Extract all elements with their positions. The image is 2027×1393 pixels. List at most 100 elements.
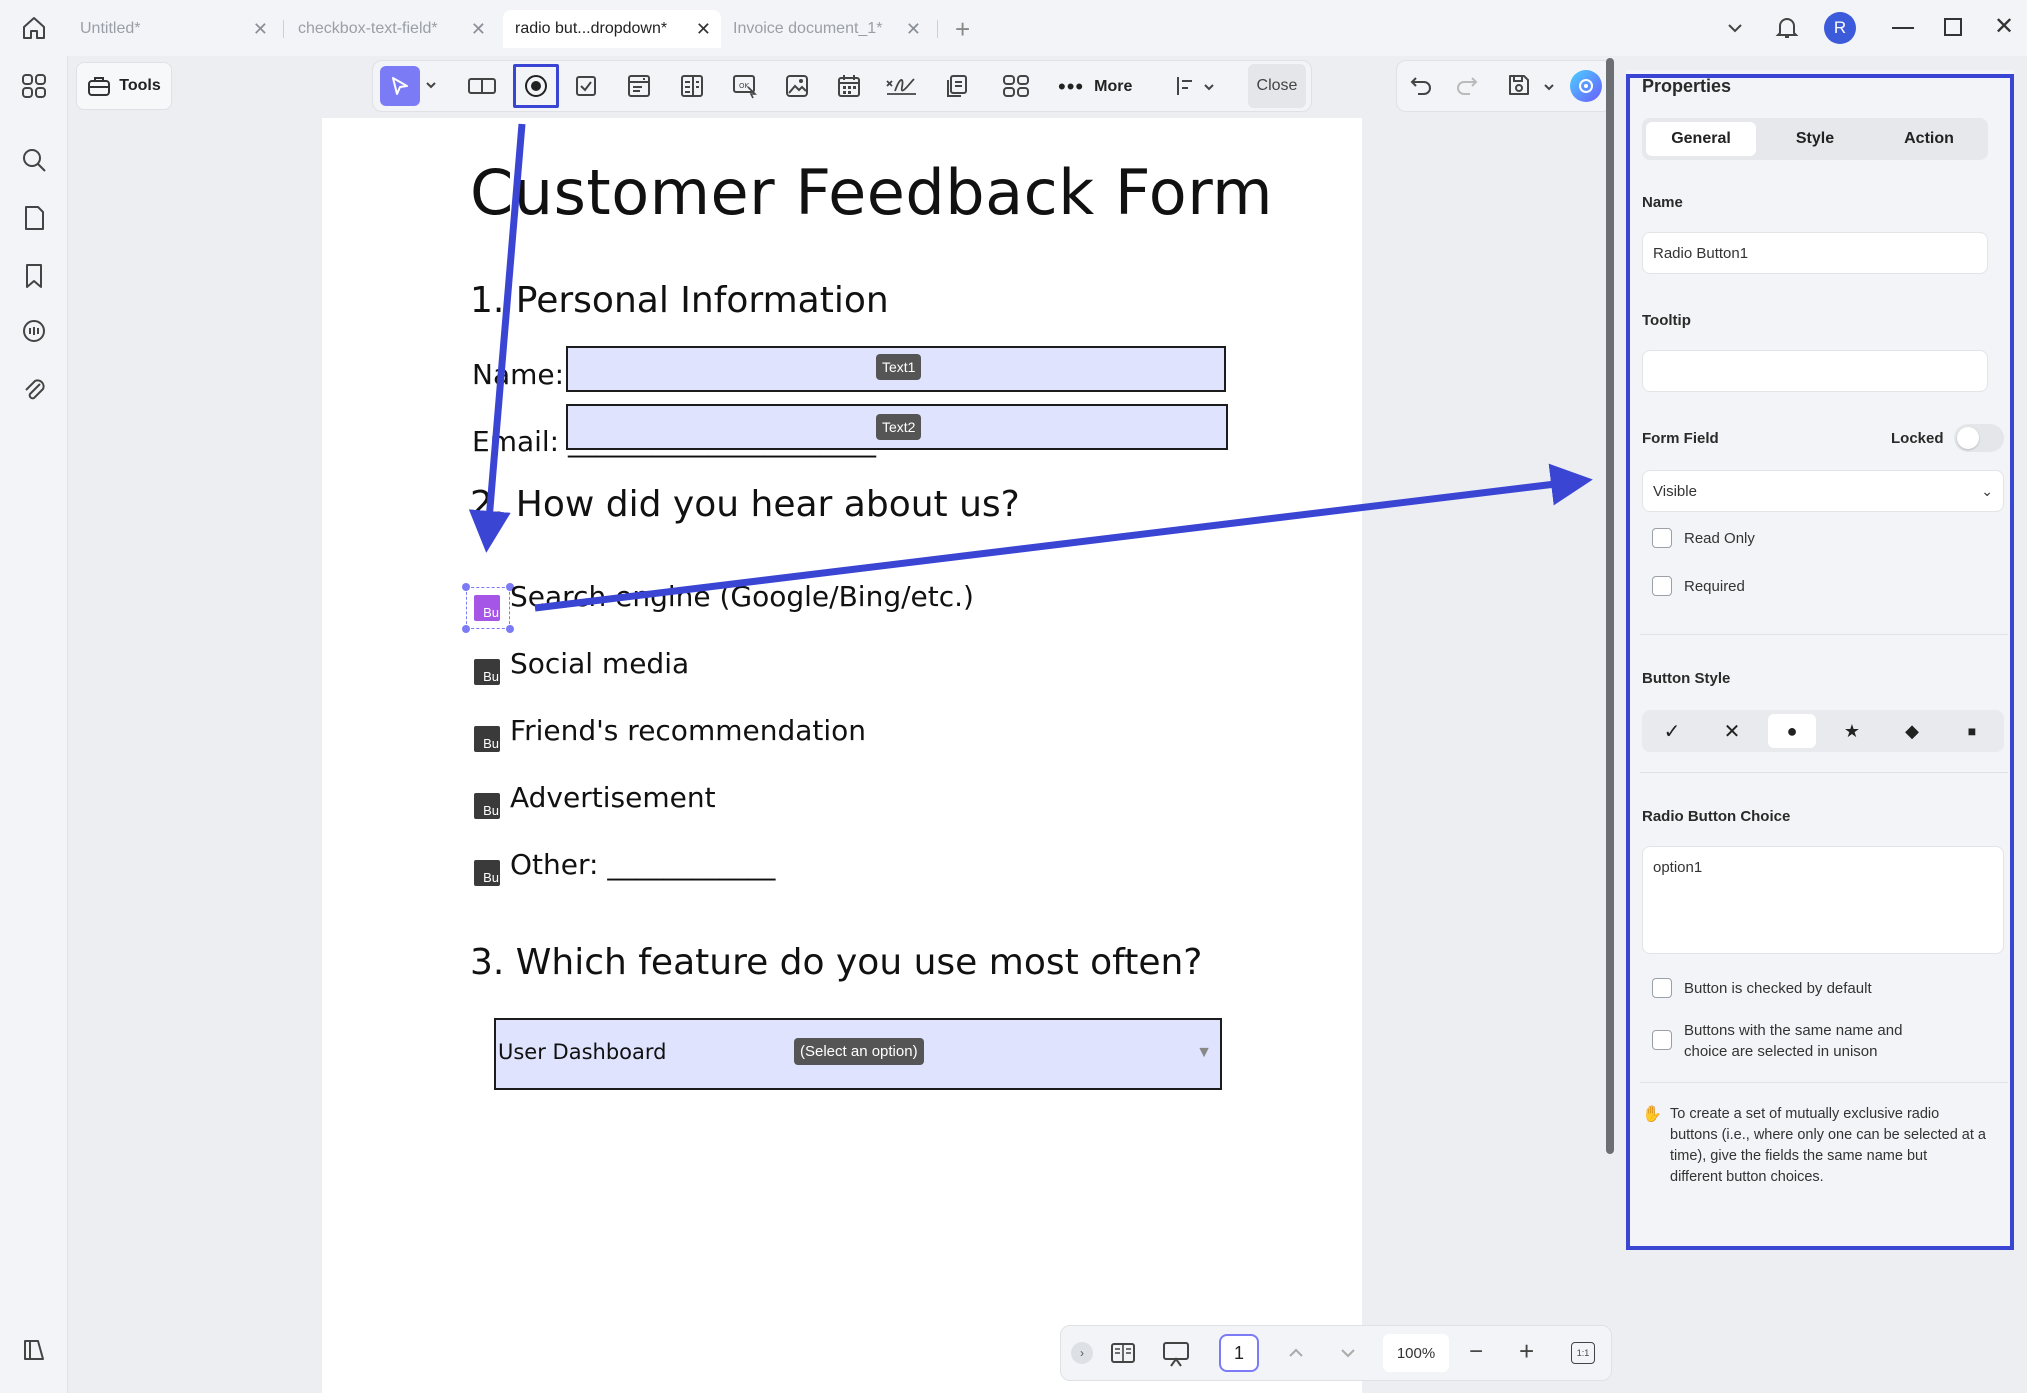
tab-radio-button-dropdown[interactable]: radio but...dropdown* ✕	[503, 10, 721, 48]
radio-button-tool-button[interactable]	[513, 64, 559, 108]
close-icon[interactable]: ✕	[906, 19, 921, 40]
tab-invoice-document[interactable]: Invoice document_1* ✕	[721, 10, 931, 48]
zoom-value: 100%	[1396, 1344, 1436, 1362]
option-label: Advertisement	[510, 781, 716, 814]
radio-tag: Bu	[483, 736, 499, 751]
radio-button-option-4[interactable]: Bu	[474, 793, 500, 819]
chevron-down-icon[interactable]	[1202, 80, 1216, 94]
presentation-icon[interactable]	[1161, 1340, 1191, 1368]
option-label: Social media	[510, 647, 690, 680]
avatar[interactable]: R	[1824, 12, 1856, 44]
tools-button[interactable]: Tools	[76, 62, 172, 110]
new-tab-icon[interactable]: +	[955, 14, 970, 45]
tab-label: checkbox-text-field*	[298, 20, 438, 37]
close-label: Close	[1256, 77, 1298, 94]
tab-label: radio but...dropdown*	[515, 20, 668, 37]
select-tool-button[interactable]	[380, 66, 420, 106]
duplicate-tool-button[interactable]	[936, 66, 976, 106]
align-left-icon	[1177, 77, 1192, 95]
reading-mode-icon[interactable]	[1109, 1340, 1137, 1366]
calendar-icon	[838, 75, 860, 97]
radio-tag: Bu	[483, 803, 499, 818]
sidebar-toggle-icon[interactable]	[20, 1336, 48, 1364]
chevron-down-icon[interactable]	[424, 78, 438, 92]
dropdown-tool-button[interactable]	[619, 66, 659, 106]
signature-tool-button[interactable]	[881, 66, 921, 106]
next-page-icon[interactable]	[1337, 1342, 1359, 1364]
home-icon[interactable]	[18, 12, 50, 44]
more-label: More	[1094, 78, 1133, 95]
dropdown-field-tag: (Select an option)	[794, 1038, 924, 1065]
properties-panel-highlight	[1626, 74, 2014, 1250]
undo-icon[interactable]	[1408, 72, 1434, 98]
grid-icon	[1003, 75, 1029, 97]
ok-button-icon: OK	[733, 75, 757, 99]
close-button[interactable]: Close	[1248, 64, 1306, 108]
tab-untitled[interactable]: Untitled* ✕	[68, 10, 278, 48]
zoom-out-icon[interactable]: −	[1469, 1338, 1483, 1366]
text-field-icon	[468, 78, 496, 94]
tab-checkbox-text-field[interactable]: checkbox-text-field* ✕	[286, 10, 496, 48]
tools-label: Tools	[119, 77, 161, 94]
expand-chevron-icon[interactable]: ›	[1071, 1342, 1093, 1364]
align-tool-button[interactable]	[1166, 66, 1206, 106]
attachment-icon[interactable]	[20, 376, 48, 404]
previous-page-icon[interactable]	[1285, 1342, 1307, 1364]
page-title: Customer Feedback Form	[470, 156, 1274, 229]
button-tool-button[interactable]: OK	[725, 66, 765, 106]
section-heading-feature: 3. Which feature do you use most often?	[470, 942, 1203, 983]
radio-tag: Bu	[483, 870, 499, 885]
text-field-tool-button[interactable]	[462, 66, 502, 106]
ai-assistant-icon[interactable]	[1570, 70, 1602, 102]
close-window-icon[interactable]: ✕	[1994, 12, 2014, 41]
apps-grid-icon[interactable]	[20, 72, 48, 100]
radio-button-icon	[525, 75, 547, 97]
dropdown-arrow-icon[interactable]: ▼	[1196, 1044, 1212, 1062]
tab-label: Untitled*	[80, 20, 141, 37]
dropdown-value: User Dashboard	[498, 1040, 667, 1064]
text-field-tag: Text1	[876, 354, 922, 380]
close-icon[interactable]: ✕	[253, 19, 268, 40]
tab-label: Invoice document_1*	[733, 20, 883, 37]
actual-size-icon[interactable]: 1:1	[1571, 1342, 1595, 1364]
maximize-icon[interactable]	[1944, 18, 1962, 36]
search-icon[interactable]	[20, 146, 48, 174]
radio-tag: Bu	[483, 605, 499, 620]
toolbox-icon	[88, 77, 111, 96]
close-icon[interactable]: ✕	[696, 19, 711, 40]
list-box-icon	[681, 75, 703, 97]
document-page: Customer Feedback Form 1. Personal Infor…	[322, 118, 1362, 1393]
bookmark-icon[interactable]	[20, 262, 48, 290]
signature-icon	[886, 78, 916, 95]
bell-icon[interactable]	[1774, 14, 1800, 40]
redo-icon[interactable]	[1454, 72, 1480, 98]
radio-button-option-5[interactable]: Bu	[474, 860, 500, 886]
page-number-input[interactable]: 1	[1219, 1334, 1259, 1372]
chevron-down-icon[interactable]	[1542, 80, 1556, 94]
radio-button-option-2[interactable]: Bu	[474, 659, 500, 685]
date-field-tool-button[interactable]	[829, 66, 869, 106]
section-heading-source: 2. How did you hear about us?	[470, 484, 1020, 525]
radio-button-option-3[interactable]: Bu	[474, 726, 500, 752]
minimize-icon[interactable]	[1892, 27, 1914, 29]
list-box-tool-button[interactable]	[672, 66, 712, 106]
zoom-in-icon[interactable]: +	[1519, 1336, 1534, 1367]
checkbox-tool-button[interactable]	[566, 66, 606, 106]
radio-button-option-1[interactable]: Bu	[474, 595, 500, 621]
vertical-scrollbar[interactable]	[1606, 58, 1614, 1154]
comment-icon[interactable]	[20, 318, 48, 346]
checkbox-icon	[576, 76, 596, 96]
save-icon[interactable]	[1506, 72, 1532, 98]
page-icon[interactable]	[20, 204, 48, 232]
chevron-down-icon[interactable]	[1723, 16, 1747, 40]
image-field-tool-button[interactable]	[777, 66, 817, 106]
left-sidebar	[0, 56, 68, 1393]
dropdown-field-icon	[628, 75, 650, 97]
cursor-arrow-icon	[392, 77, 408, 95]
option-label: Other: ____________	[510, 848, 776, 881]
close-icon[interactable]: ✕	[471, 19, 486, 40]
more-button[interactable]: ••• More	[1058, 74, 1132, 100]
zoom-level[interactable]: 100%	[1383, 1334, 1449, 1372]
option-label: Search engine (Google/Bing/etc.)	[510, 580, 974, 613]
grid-layout-tool-button[interactable]	[996, 66, 1036, 106]
